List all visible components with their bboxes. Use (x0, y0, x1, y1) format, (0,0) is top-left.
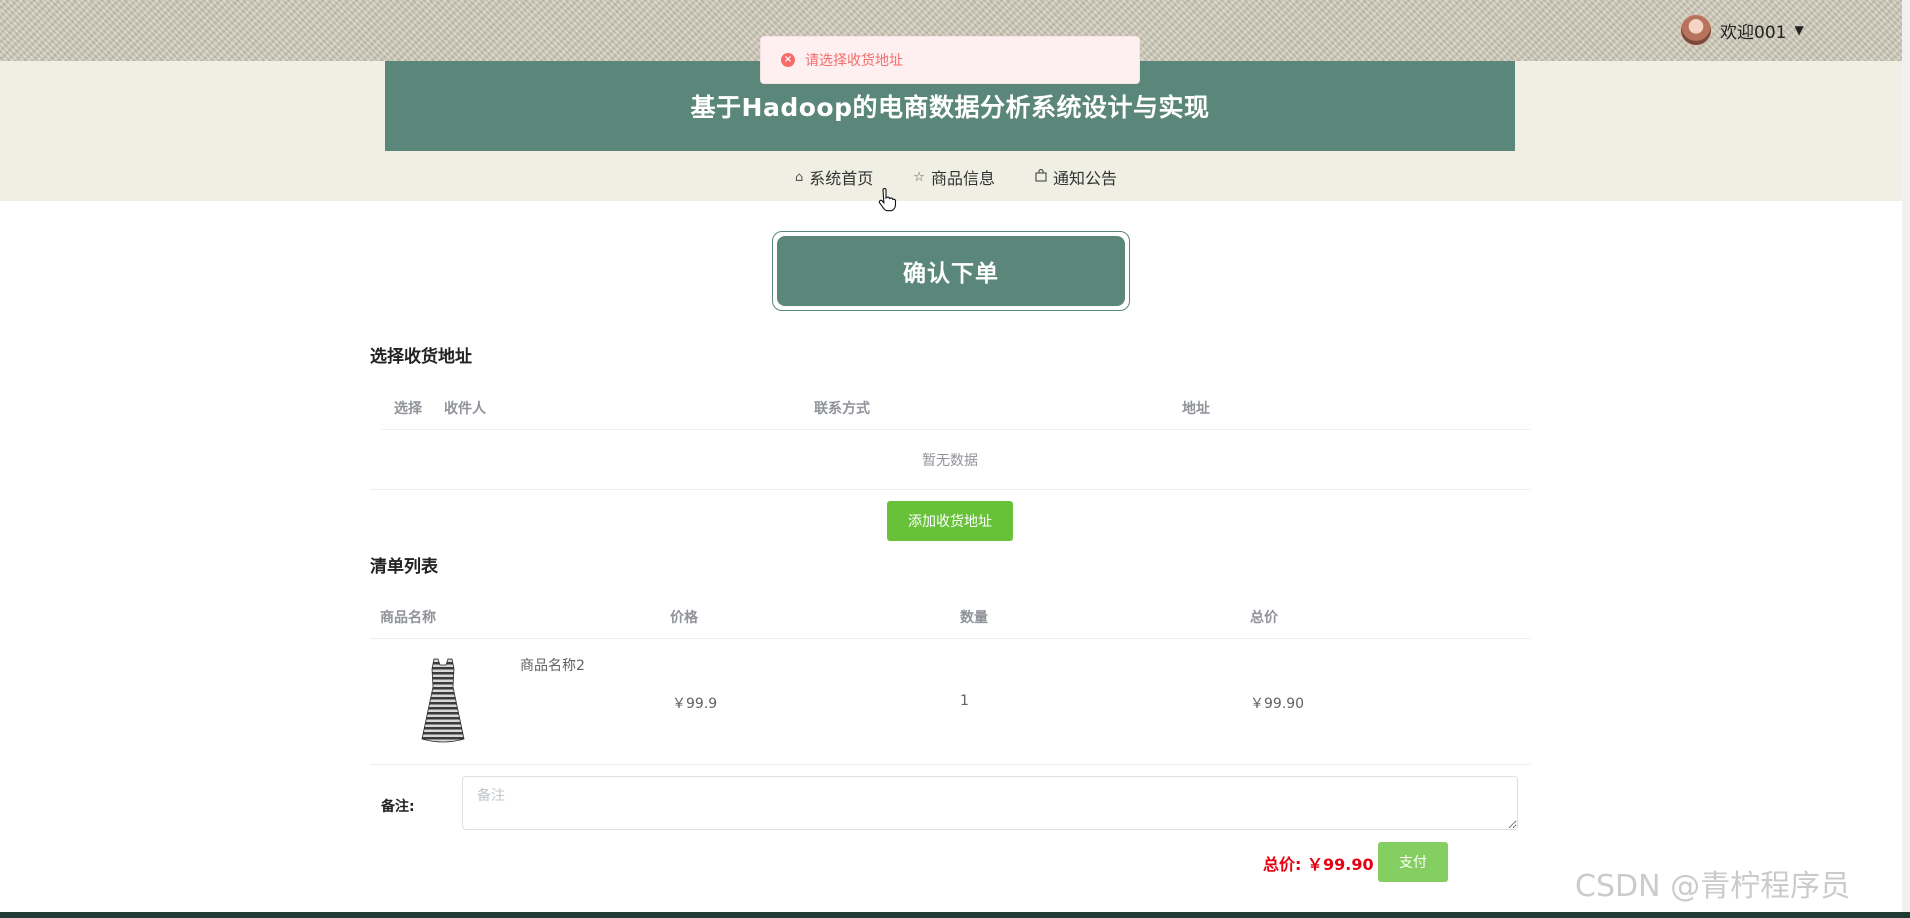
toast-message: 请选择收货地址 (805, 53, 903, 69)
user-menu[interactable]: 欢迎001 ▼ (1680, 14, 1804, 46)
user-avatar[interactable] (1680, 14, 1712, 46)
nav-label-home: 系统首页 (809, 169, 874, 188)
col-quantity: 数量 (960, 610, 988, 626)
nav-item-notices[interactable]: 通知公告 (1035, 165, 1117, 189)
pay-button[interactable]: 支付 (1378, 842, 1448, 882)
order-list-table: 商品名称 价格 数量 总价 商品名称2 ￥99.9 1 ￥99.90 (370, 593, 1530, 765)
empty-text: 暂无数据 (922, 452, 978, 469)
error-toast: × 请选择收货地址 (760, 36, 1140, 84)
main-nav: ⌂ 系统首页 ☆ 商品信息 通知公告 (0, 165, 1910, 189)
address-table: 选择 收件人 联系方式 地址 暂无数据 (370, 384, 1530, 490)
watermark: CSDN @青柠程序员 (1575, 869, 1851, 904)
total-label: 总价: (1263, 855, 1302, 874)
star-icon: ☆ (913, 169, 925, 185)
confirm-order-title: 确认下单 (903, 261, 999, 287)
product-thumbnail[interactable] (420, 657, 466, 745)
error-icon: × (781, 53, 795, 67)
user-greeting[interactable]: 欢迎001 (1720, 18, 1786, 43)
confirm-order-banner: 确认下单 (772, 231, 1130, 311)
confirm-order-banner-inner: 确认下单 (777, 236, 1125, 306)
address-table-header: 选择 收件人 联系方式 地址 (382, 384, 1530, 430)
order-list-title: 清单列表 (370, 557, 438, 577)
product-price: ￥99.9 (672, 696, 718, 712)
product-name: 商品名称2 (520, 658, 585, 674)
col-total: 总价 (1250, 610, 1278, 626)
hand-cursor-icon (877, 188, 897, 218)
col-address: 地址 (1182, 401, 1210, 417)
product-quantity: 1 (960, 693, 969, 709)
nav-item-products[interactable]: ☆ 商品信息 (913, 165, 995, 189)
home-icon: ⌂ (795, 169, 804, 185)
remark-input[interactable] (462, 776, 1518, 830)
order-total: 总价: ￥99.90 (1263, 851, 1374, 875)
col-product-name: 商品名称 (380, 610, 436, 626)
bag-icon (1035, 168, 1047, 186)
site-title: 基于Hadoop的电商数据分析系统设计与实现 (690, 93, 1210, 122)
caret-down-icon[interactable]: ▼ (1794, 23, 1803, 37)
product-total: ￥99.90 (1250, 696, 1305, 712)
nav-label-products: 商品信息 (930, 169, 995, 188)
col-recipient: 收件人 (444, 401, 486, 417)
col-select: 选择 (394, 401, 422, 417)
page-scrollbar[interactable] (1902, 0, 1910, 912)
address-empty-row: 暂无数据 (370, 430, 1530, 490)
order-list-header: 商品名称 价格 数量 总价 (370, 593, 1530, 639)
table-row: 商品名称2 ￥99.9 1 ￥99.90 (370, 639, 1530, 765)
total-value: ￥99.90 (1306, 855, 1374, 874)
footer-bar (0, 912, 1910, 918)
nav-item-home[interactable]: ⌂ 系统首页 (795, 165, 873, 189)
remark-label: 备注: (381, 799, 415, 815)
col-price: 价格 (670, 610, 698, 626)
col-contact: 联系方式 (814, 401, 870, 417)
nav-label-notices: 通知公告 (1052, 169, 1117, 188)
add-address-button[interactable]: 添加收货地址 (887, 501, 1013, 541)
address-section-title: 选择收货地址 (370, 347, 472, 367)
